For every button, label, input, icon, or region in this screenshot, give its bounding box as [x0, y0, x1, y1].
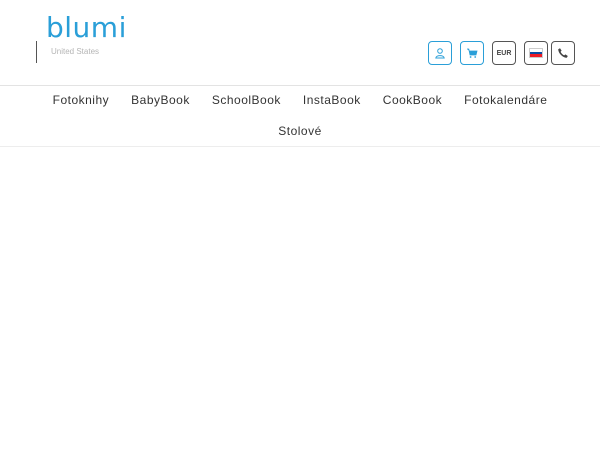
nav-item-instabook[interactable]: InstaBook: [303, 93, 361, 107]
user-icon: [435, 48, 445, 59]
currency-label: EUR: [496, 49, 512, 57]
nav-item-fotokalendare[interactable]: Fotokalendáre: [464, 93, 547, 107]
nav-bottom-divider: [0, 146, 600, 147]
site-header: blumi United States EUR: [0, 0, 600, 85]
account-button[interactable]: [428, 41, 452, 65]
nav-top-divider: [0, 85, 600, 86]
nav-item-fotoknihy[interactable]: Fotoknihy: [53, 93, 110, 107]
slovakia-flag-icon: [529, 48, 543, 58]
phone-icon: [558, 48, 568, 58]
nav-item-schoolbook[interactable]: SchoolBook: [212, 93, 281, 107]
cart-icon: [467, 48, 478, 58]
cart-button[interactable]: [460, 41, 484, 65]
currency-button[interactable]: EUR: [492, 41, 516, 65]
logo-divider: [36, 41, 37, 63]
nav-item-babybook[interactable]: BabyBook: [131, 93, 190, 107]
nav-item-cookbook[interactable]: CookBook: [383, 93, 442, 107]
region-label: United States: [51, 47, 100, 56]
nav-item-stolove[interactable]: Stolové: [278, 124, 322, 138]
language-button[interactable]: [524, 41, 548, 65]
blumi-logo[interactable]: blumi: [46, 11, 127, 45]
phone-button[interactable]: [551, 41, 575, 65]
